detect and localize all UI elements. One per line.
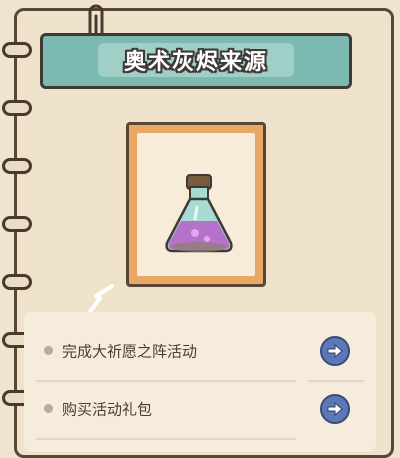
source-row[interactable]: 购买活动礼包 xyxy=(24,380,376,438)
source-list: 完成大祈愿之阵活动 购买活动礼包 xyxy=(24,312,376,452)
potion-flask-icon xyxy=(165,174,233,253)
arrow-right-icon xyxy=(327,344,343,358)
binder-ring xyxy=(2,42,32,58)
source-label: 完成大祈愿之阵活动 xyxy=(62,342,198,361)
item-shadow xyxy=(171,242,227,252)
binder-ring xyxy=(2,158,32,174)
bullet-dot xyxy=(44,404,53,413)
binder-ring xyxy=(2,274,32,290)
row-divider xyxy=(36,438,296,440)
go-button[interactable] xyxy=(320,336,350,366)
bullet-dot xyxy=(44,346,53,355)
item-card xyxy=(126,122,266,287)
binder-ring xyxy=(2,216,32,232)
item-card-inner xyxy=(137,133,255,276)
arrow-right-icon xyxy=(327,402,343,416)
source-row[interactable]: 完成大祈愿之阵活动 xyxy=(24,322,376,380)
binder-ring xyxy=(2,100,32,116)
source-label: 购买活动礼包 xyxy=(62,400,153,419)
title-banner: 奥术灰烬来源 xyxy=(40,33,352,89)
title-plate: 奥术灰烬来源 xyxy=(98,43,294,77)
go-button[interactable] xyxy=(320,394,350,424)
page-title: 奥术灰烬来源 xyxy=(123,50,268,75)
tear-crack-icon xyxy=(88,284,114,314)
